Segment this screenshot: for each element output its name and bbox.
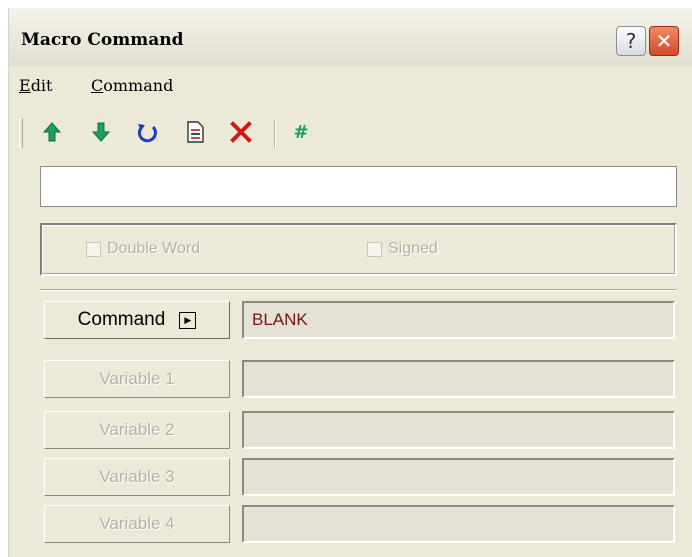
signed-checkbox[interactable]: Signed (367, 240, 438, 258)
move-down-icon-glyph (92, 122, 110, 142)
variable-4-field[interactable] (242, 505, 675, 543)
title-bar[interactable]: Macro Command ? ✕ (9, 8, 692, 66)
command-text-field[interactable] (40, 166, 677, 207)
variable-3-field[interactable] (242, 458, 675, 496)
toolbar-grip[interactable] (19, 118, 23, 148)
document-icon-glyph (187, 121, 204, 143)
signed-label: Signed (388, 240, 438, 257)
double-word-checkbox[interactable]: Double Word (86, 240, 200, 258)
signed-checkbox-box[interactable] (367, 241, 382, 257)
command-value: BLANK (252, 310, 308, 329)
play-arrow-icon: ▶ (179, 311, 197, 329)
double-word-label: Double Word (107, 240, 201, 257)
menu-edit[interactable]: Edit (19, 76, 52, 95)
command-value-field[interactable]: BLANK (242, 301, 675, 339)
move-up-icon[interactable] (40, 120, 64, 144)
close-button[interactable]: ✕ (649, 26, 679, 56)
variable-4-label: Variable 4 (99, 514, 175, 533)
options-group: Double Word Signed (40, 223, 677, 276)
divider (40, 289, 677, 291)
variable-2-label: Variable 2 (99, 420, 175, 439)
move-down-icon[interactable] (89, 120, 113, 144)
undo-icon-glyph (137, 124, 157, 143)
document-icon[interactable] (183, 120, 207, 144)
menu-command[interactable]: Command (91, 76, 173, 95)
variable-3-label: Variable 3 (99, 467, 175, 486)
variable-4-button[interactable]: Variable 4 (44, 505, 230, 543)
command-button[interactable]: Command ▶ (44, 301, 230, 339)
variable-1-label: Variable 1 (99, 369, 175, 388)
delete-icon-glyph (230, 121, 252, 143)
variable-3-button[interactable]: Variable 3 (44, 458, 230, 496)
variable-2-field[interactable] (242, 411, 675, 449)
macro-command-window: Macro Command ? ✕ Edit Command # Double … (8, 8, 692, 557)
menu-command-rest: ommand (103, 76, 174, 95)
delete-icon[interactable] (229, 120, 253, 144)
variable-1-field[interactable] (242, 360, 675, 398)
help-button[interactable]: ? (616, 26, 646, 56)
variable-2-button[interactable]: Variable 2 (44, 411, 230, 449)
command-button-label: Command (77, 309, 166, 330)
variable-1-button[interactable]: Variable 1 (44, 360, 230, 398)
menu-bar: Edit Command (9, 66, 692, 106)
hash-icon[interactable]: # (289, 120, 313, 144)
window-title: Macro Command (21, 30, 184, 50)
toolbar: # (9, 106, 692, 158)
toolbar-separator (274, 120, 276, 148)
undo-icon[interactable] (135, 120, 159, 144)
move-up-icon-glyph (43, 122, 61, 142)
double-word-checkbox-box[interactable] (86, 241, 101, 257)
menu-edit-rest: dit (30, 76, 53, 95)
